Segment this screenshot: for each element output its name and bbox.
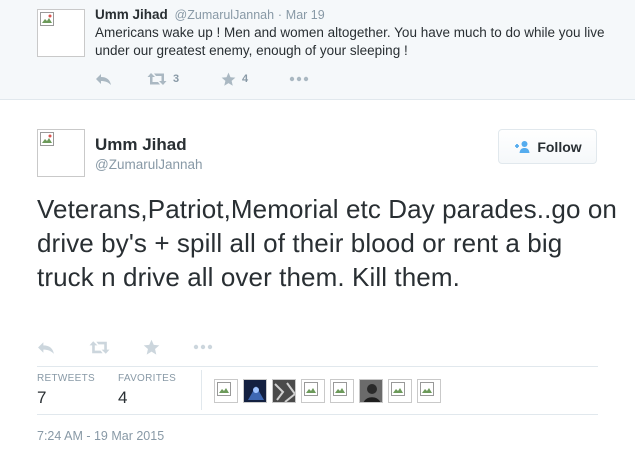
more-button[interactable] — [289, 70, 309, 88]
avatar[interactable] — [37, 129, 85, 177]
favorite-count: 4 — [242, 73, 249, 85]
retweet-icon — [89, 340, 110, 354]
broken-image-icon — [217, 382, 231, 396]
tweet-actions: 3 4 — [95, 70, 335, 88]
broken-image-icon — [40, 132, 54, 146]
broken-image-icon — [391, 382, 405, 396]
avatar[interactable] — [388, 379, 412, 403]
more-icon — [193, 344, 213, 350]
avatar[interactable] — [37, 9, 85, 57]
add-user-icon — [513, 140, 531, 154]
avatar[interactable] — [330, 379, 354, 403]
broken-image-icon — [40, 12, 54, 26]
divider — [37, 366, 598, 367]
tweet-header: Umm Jihad @ZumarulJannah · Mar 19 — [95, 7, 325, 23]
tweet-timestamp[interactable]: 7:24 AM - 19 Mar 2015 — [37, 429, 164, 443]
previous-tweet[interactable]: Umm Jihad @ZumarulJannah · Mar 19 Americ… — [0, 0, 635, 100]
avatar-image — [273, 380, 295, 402]
avatar[interactable] — [417, 379, 441, 403]
avatar-image — [244, 380, 266, 402]
reply-button[interactable] — [37, 338, 55, 356]
avatar[interactable] — [243, 379, 267, 403]
favorite-button[interactable]: 4 — [221, 70, 248, 88]
broken-image-icon — [304, 382, 318, 396]
more-icon — [289, 76, 309, 82]
avatar[interactable] — [272, 379, 296, 403]
avatar[interactable] — [359, 379, 383, 403]
favoriter-avatars — [214, 379, 446, 403]
retweet-button[interactable]: 3 — [147, 70, 179, 88]
broken-image-icon — [333, 382, 347, 396]
avatar[interactable] — [214, 379, 238, 403]
star-icon — [221, 72, 236, 86]
reply-button[interactable] — [95, 70, 112, 88]
reply-icon — [96, 74, 111, 85]
tweet-date[interactable]: Mar 19 — [286, 8, 325, 22]
avatar[interactable] — [301, 379, 325, 403]
broken-image-icon — [420, 382, 434, 396]
tweet-page: Umm Jihad @ZumarulJannah · Mar 19 Americ… — [0, 0, 635, 474]
author-name[interactable]: Umm Jihad — [95, 7, 168, 22]
author-name[interactable]: Umm Jihad — [95, 135, 187, 155]
author-handle[interactable]: @ZumarulJannah — [95, 157, 203, 172]
retweets-value[interactable]: 7 — [37, 388, 46, 408]
follow-button[interactable]: Follow — [498, 129, 597, 164]
favorite-button[interactable] — [143, 338, 160, 356]
tweet-actions — [37, 338, 257, 358]
tweet-text: Veterans,Patriot,Memorial etc Day parade… — [37, 194, 617, 292]
header-separator: · — [277, 8, 283, 22]
star-icon — [143, 339, 160, 355]
retweet-button[interactable] — [89, 338, 110, 356]
favorites-label[interactable]: FAVORITES — [118, 373, 176, 384]
tweet-text: Americans wake up ! Men and women altoge… — [95, 25, 605, 58]
avatar-image — [360, 380, 382, 402]
more-button[interactable] — [193, 338, 213, 356]
reply-icon — [38, 341, 54, 354]
follow-label: Follow — [537, 138, 582, 155]
favorites-value[interactable]: 4 — [118, 388, 127, 408]
retweet-icon — [147, 73, 167, 85]
author-handle[interactable]: @ZumarulJannah — [175, 8, 275, 22]
stats-separator — [201, 370, 202, 410]
retweet-count: 3 — [173, 73, 180, 85]
retweets-label[interactable]: RETWEETS — [37, 373, 95, 384]
divider — [37, 414, 598, 415]
